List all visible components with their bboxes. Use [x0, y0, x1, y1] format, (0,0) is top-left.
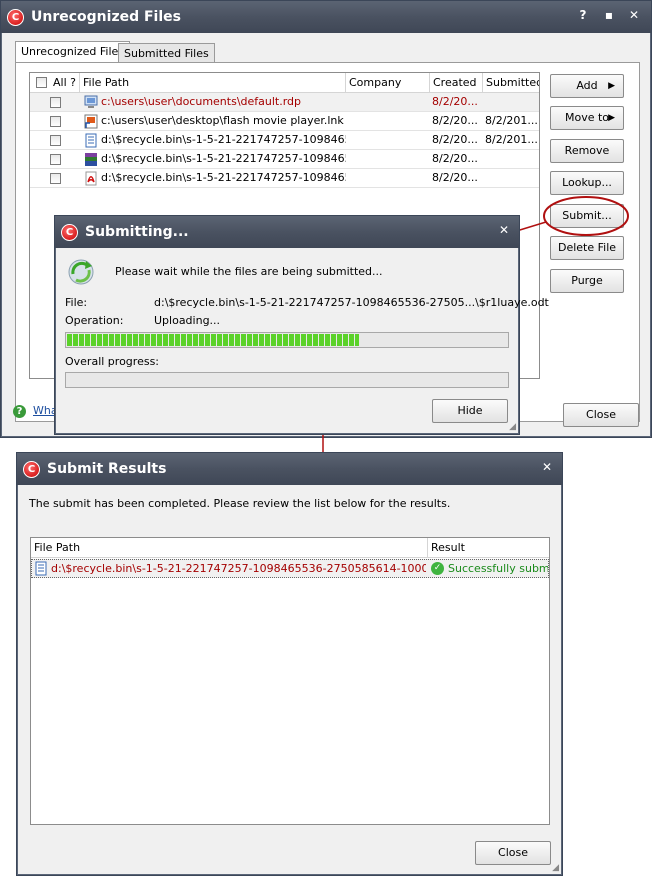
- row-submitted: 8/2/201...: [485, 133, 538, 146]
- results-header: File Path Result: [31, 538, 549, 558]
- row-created: 8/2/20...: [432, 152, 478, 165]
- arrow-right-icon: ▶: [608, 113, 615, 123]
- arrow-right-icon: ▶: [608, 81, 615, 91]
- submit-results-dialog: C Submit Results ✕ The submit has been c…: [16, 452, 563, 876]
- row-checkbox[interactable]: [50, 154, 61, 165]
- row-file-path: d:\$recycle.bin\s-1-5-21-221747257-10984…: [101, 152, 346, 165]
- file-progress-fill: [67, 334, 359, 346]
- close-icon[interactable]: ✕: [496, 223, 512, 237]
- column-file-path[interactable]: File Path: [80, 73, 346, 93]
- row-checkbox[interactable]: [50, 135, 61, 146]
- row-file-path: d:\$recycle.bin\s-1-5-21-221747257-10984…: [51, 562, 426, 575]
- row-file-path: d:\$recycle.bin\s-1-5-21-221747257-10984…: [101, 171, 346, 184]
- pdf-file-icon: [85, 171, 97, 186]
- submit-button[interactable]: Submit...: [550, 204, 624, 228]
- tab-submitted-files[interactable]: Submitted Files: [118, 43, 215, 63]
- row-file-path: d:\$recycle.bin\s-1-5-21-221747257-10984…: [101, 133, 346, 146]
- main-titlebar[interactable]: C Unrecognized Files ? ▪ ✕: [1, 1, 651, 33]
- table-row[interactable]: c:\users\user\desktop\flash movie player…: [30, 112, 539, 131]
- table-row[interactable]: d:\$recycle.bin\s-1-5-21-221747257-10984…: [30, 169, 539, 188]
- column-all[interactable]: All ?: [30, 73, 80, 93]
- delete-file-button[interactable]: Delete File: [550, 236, 624, 260]
- success-check-icon: ✓: [431, 562, 444, 575]
- row-submitted: 8/2/201...: [485, 114, 538, 127]
- remove-button[interactable]: Remove: [550, 139, 624, 163]
- row-result: Successfully subm...: [448, 562, 548, 575]
- window-title: Unrecognized Files: [31, 9, 181, 25]
- row-file-path: c:\users\user\desktop\flash movie player…: [101, 114, 344, 127]
- dialog-title: Submitting...: [85, 224, 189, 240]
- resize-grip-icon[interactable]: ◢: [509, 422, 516, 432]
- column-created[interactable]: Created: [430, 73, 483, 93]
- submitting-titlebar[interactable]: C Submitting... ✕: [55, 216, 519, 248]
- shortcut-file-icon: [84, 114, 98, 129]
- lookup-button[interactable]: Lookup...: [550, 171, 624, 195]
- row-submitted: [485, 93, 539, 111]
- document-file-icon: [85, 133, 97, 148]
- results-content: The submit has been completed. Please re…: [18, 485, 561, 874]
- row-submitted: [485, 150, 539, 168]
- file-progress-bar: [65, 332, 509, 348]
- operation-label: Operation:: [65, 314, 124, 327]
- column-result[interactable]: Result: [428, 538, 549, 558]
- close-icon[interactable]: ✕: [539, 460, 555, 474]
- column-company[interactable]: Company: [346, 73, 430, 93]
- row-created: 8/2/20...: [432, 171, 478, 184]
- row-checkbox[interactable]: [50, 173, 61, 184]
- results-message: The submit has been completed. Please re…: [29, 497, 451, 510]
- overall-progress-label: Overall progress:: [65, 355, 159, 368]
- purge-button[interactable]: Purge: [550, 269, 624, 293]
- add-button[interactable]: Add ▶: [550, 74, 624, 98]
- table-row[interactable]: d:\$recycle.bin\s-1-5-21-221747257-10984…: [30, 150, 539, 169]
- table-row[interactable]: c:\users\user\documents\default.rdp 8/2/…: [30, 93, 539, 112]
- submitting-dialog: C Submitting... ✕ Please wait while the …: [54, 215, 549, 435]
- select-all-checkbox[interactable]: [36, 77, 47, 88]
- file-value: d:\$recycle.bin\s-1-5-21-221747257-10984…: [154, 296, 549, 309]
- column-file-path[interactable]: File Path: [31, 538, 428, 558]
- row-created: 8/2/20...: [432, 114, 478, 127]
- close-button[interactable]: Close: [563, 403, 639, 427]
- hide-button[interactable]: Hide: [432, 399, 508, 423]
- results-list[interactable]: File Path Result d:\$recycle.bin\s-1-5-2…: [30, 537, 550, 825]
- help-link-icon[interactable]: ?: [13, 405, 26, 418]
- row-checkbox[interactable]: [50, 97, 61, 108]
- row-created: 8/2/20...: [432, 133, 478, 146]
- comodo-logo-icon: C: [23, 461, 40, 478]
- row-submitted: [485, 169, 539, 187]
- document-file-icon: [35, 561, 47, 576]
- row-file-path: c:\users\user\documents\default.rdp: [101, 95, 302, 108]
- archive-file-icon: [85, 153, 97, 166]
- wait-message: Please wait while the files are being su…: [115, 265, 383, 278]
- close-button[interactable]: Close: [475, 841, 551, 865]
- tab-unrecognized-files[interactable]: Unrecognized Files: [15, 41, 131, 63]
- comodo-logo-icon: C: [61, 224, 78, 241]
- close-icon[interactable]: ✕: [626, 8, 642, 22]
- table-row[interactable]: d:\$recycle.bin\s-1-5-21-221747257-10984…: [31, 559, 549, 578]
- upload-globe-icon: [68, 259, 94, 285]
- overall-progress-bar: [65, 372, 509, 388]
- results-titlebar[interactable]: C Submit Results ✕: [17, 453, 562, 485]
- comodo-logo-icon: C: [7, 9, 24, 26]
- table-row[interactable]: d:\$recycle.bin\s-1-5-21-221747257-10984…: [30, 131, 539, 150]
- dialog-title: Submit Results: [47, 461, 167, 477]
- resize-grip-icon[interactable]: ◢: [552, 863, 559, 873]
- maximize-icon[interactable]: ▪: [601, 8, 617, 22]
- help-icon[interactable]: ?: [575, 8, 591, 22]
- file-label: File:: [65, 296, 88, 309]
- move-to-button[interactable]: Move to ▶: [550, 106, 624, 130]
- row-created: 8/2/20...: [432, 95, 478, 108]
- column-submitted[interactable]: Submitted: [483, 73, 539, 93]
- operation-value: Uploading...: [154, 314, 221, 327]
- list-header: All ? File Path Company Created Submitte…: [30, 73, 539, 93]
- rdp-file-icon: [84, 95, 98, 108]
- row-checkbox[interactable]: [50, 116, 61, 127]
- submitting-content: Please wait while the files are being su…: [56, 248, 549, 433]
